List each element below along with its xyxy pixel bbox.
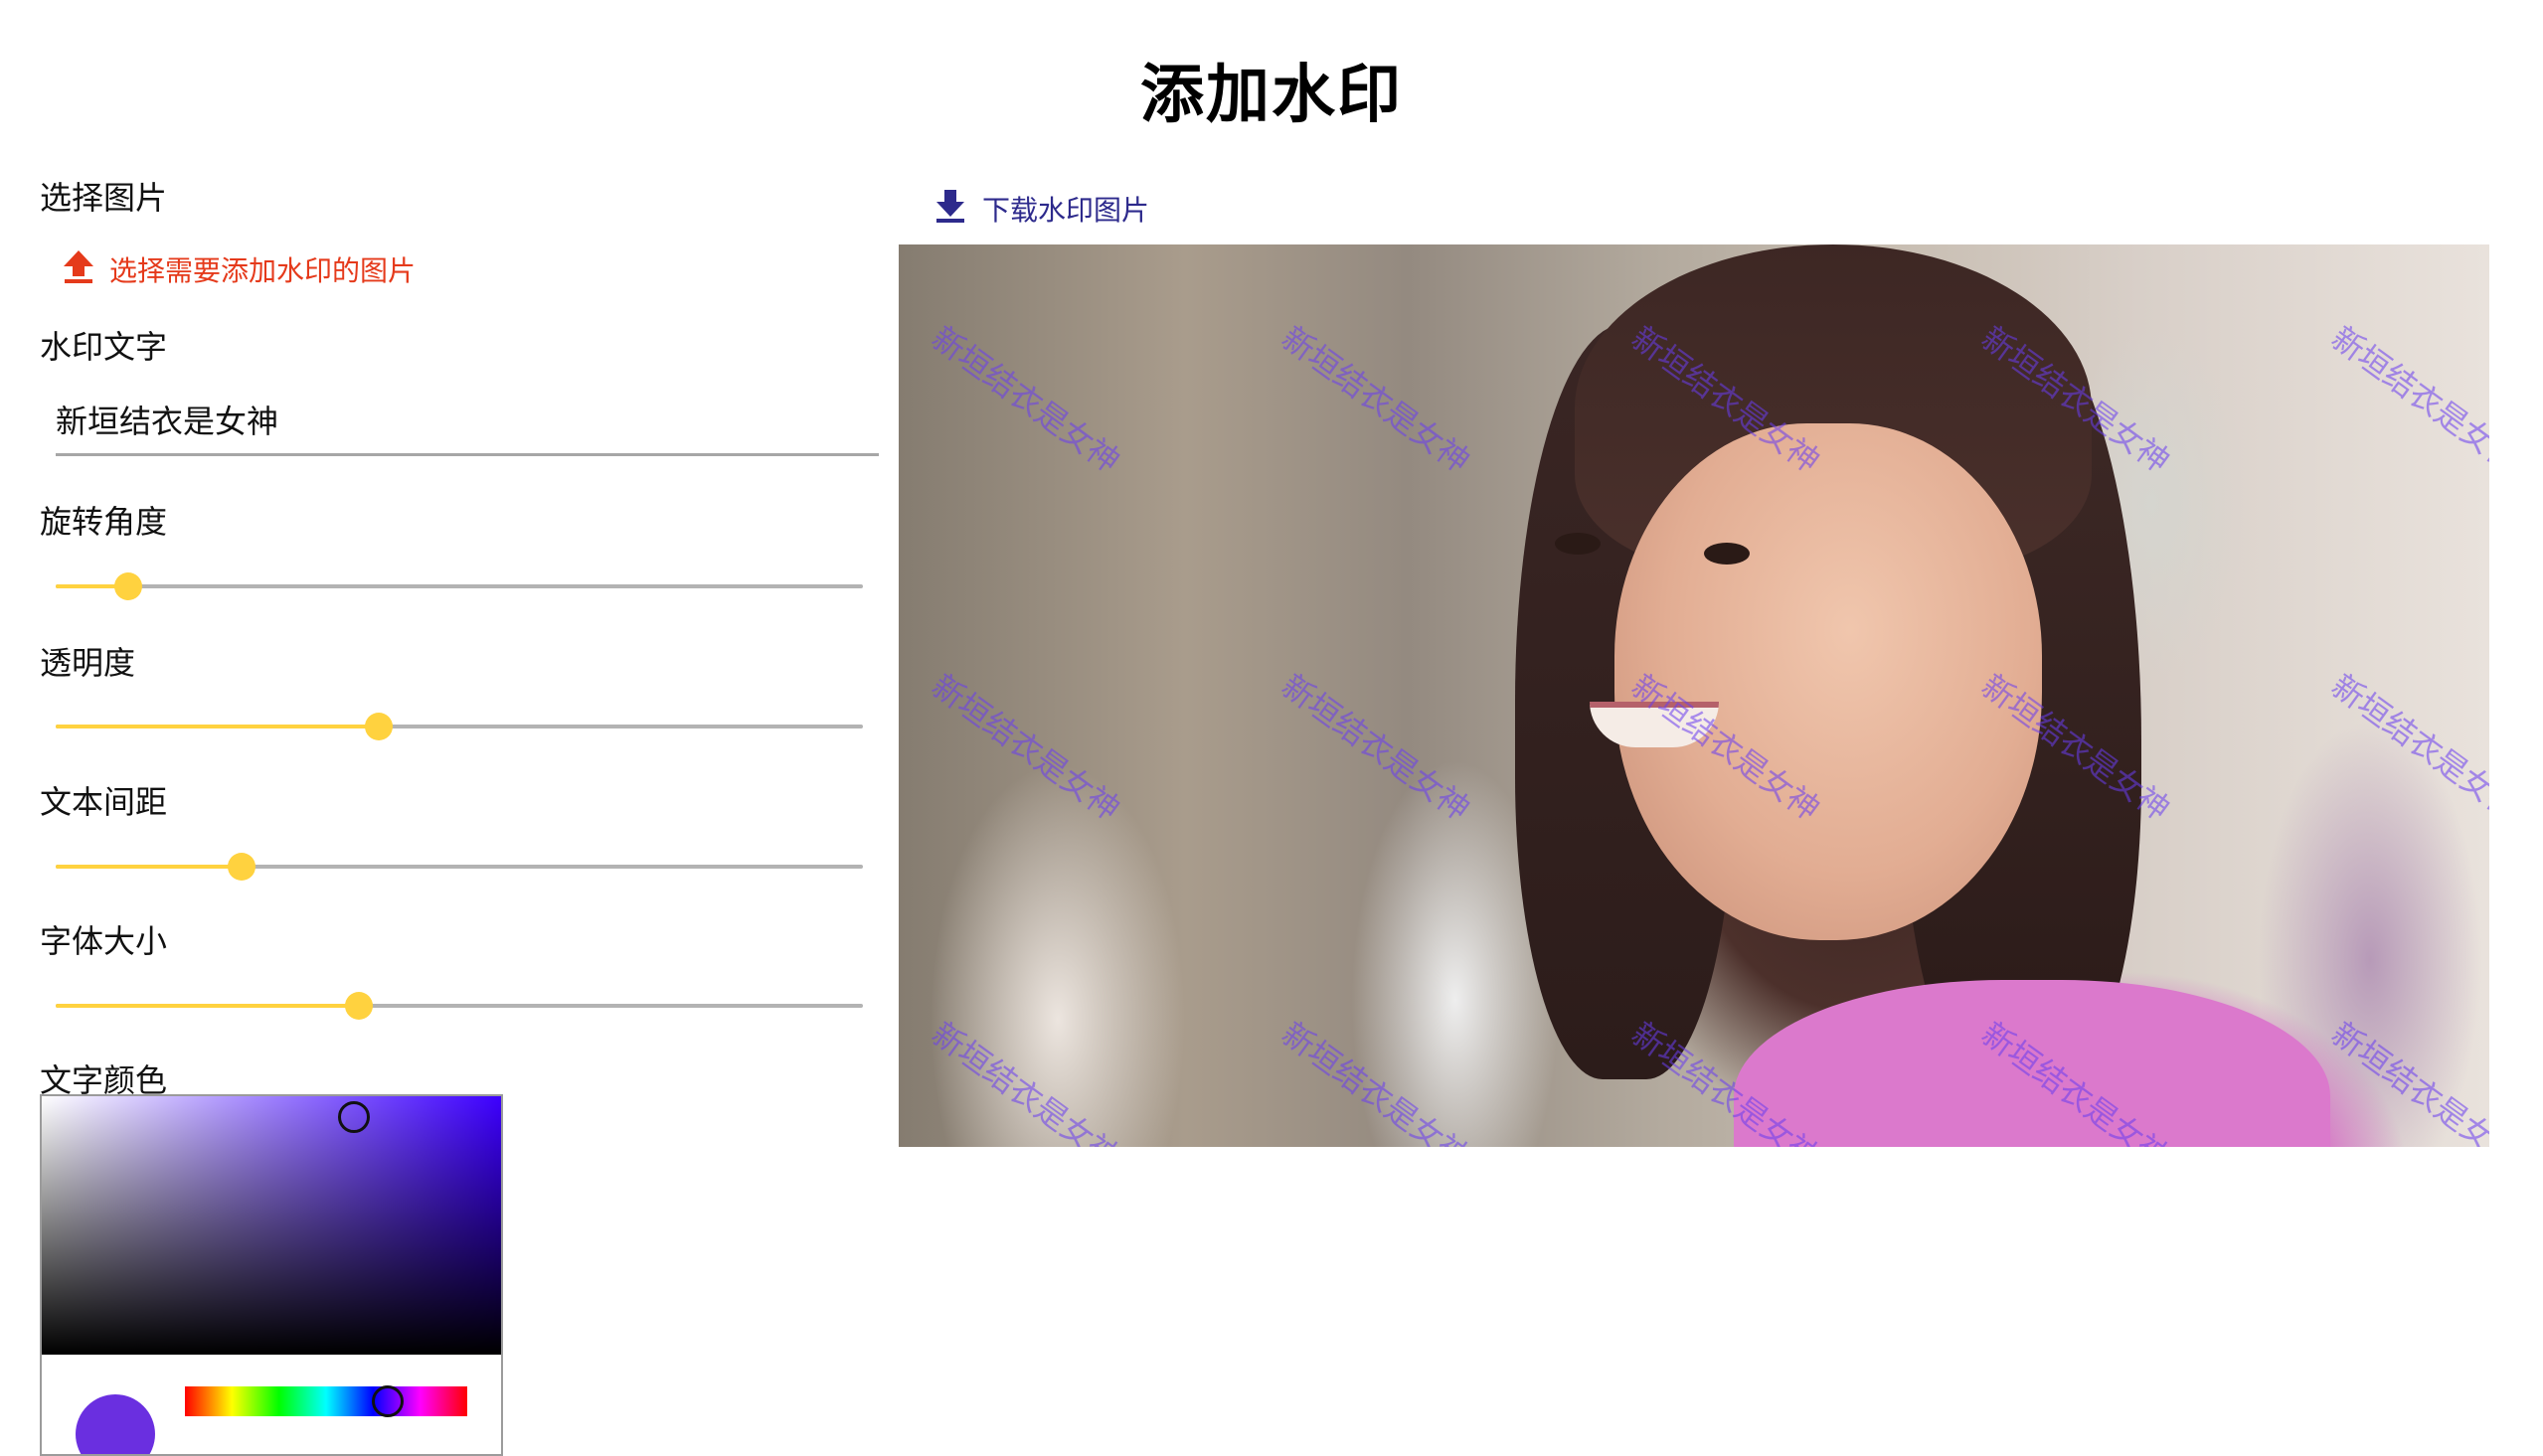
hue-handle[interactable] (372, 1385, 405, 1417)
page-title: 添加水印 (1140, 59, 1403, 132)
select-image-button[interactable]: 选择需要添加水印的图片 (62, 246, 416, 292)
select-image-label: 选择图片 (40, 179, 168, 217)
slider-track (56, 584, 863, 588)
watermark-text-input[interactable] (56, 390, 879, 449)
saturation-brightness-handle[interactable] (338, 1100, 371, 1133)
download-button-label: 下载水印图片 (982, 194, 1150, 227)
watermark-text: 新垣结衣是女神 (1274, 666, 1477, 829)
saturation-brightness-area[interactable] (42, 1096, 501, 1355)
rotation-slider[interactable] (56, 566, 863, 606)
color-preview-swatch (76, 1394, 155, 1454)
slider-thumb[interactable] (344, 992, 373, 1020)
picker-black-layer (42, 1096, 501, 1355)
watermark-text: 新垣结衣是女神 (925, 318, 1127, 481)
spacing-slider[interactable] (56, 847, 863, 887)
watermark-text: 新垣结衣是女神 (925, 1014, 1127, 1147)
color-picker (40, 1094, 503, 1456)
watermark-text-field-wrap (56, 390, 879, 456)
slider-fill (56, 1004, 359, 1008)
photo-detail (1555, 533, 1601, 555)
opacity-slider[interactable] (56, 707, 863, 746)
watermarked-image-preview: 新垣结衣是女神 新垣结衣是女神 新垣结衣是女神 新垣结衣是女神 新垣结衣是女神 新垣结衣是… (899, 244, 2489, 1147)
watermark-text: 新垣结衣是女神 (2324, 318, 2489, 481)
font-size-slider[interactable] (56, 986, 863, 1026)
rotation-label: 旋转角度 (40, 503, 168, 541)
watermark-text: 新垣结衣是女神 (1274, 1014, 1477, 1147)
slider-thumb[interactable] (114, 572, 143, 600)
watermark-text: 新垣结衣是女神 (2324, 1014, 2489, 1147)
opacity-label: 透明度 (40, 644, 136, 682)
hue-slider[interactable] (185, 1385, 467, 1417)
photo-detail (1704, 543, 1750, 565)
slider-thumb[interactable] (227, 853, 255, 881)
upload-icon (62, 248, 95, 291)
watermark-text-label: 水印文字 (40, 328, 168, 366)
select-image-button-label: 选择需要添加水印的图片 (109, 254, 417, 287)
download-watermark-button[interactable]: 下载水印图片 (934, 187, 1149, 231)
photo-detail (1734, 980, 2330, 1147)
font-size-label: 字体大小 (40, 922, 168, 960)
download-icon (934, 188, 966, 231)
slider-fill (56, 865, 242, 869)
watermark-text: 新垣结衣是女神 (2324, 666, 2489, 829)
slider-thumb[interactable] (364, 713, 393, 740)
spacing-label: 文本间距 (40, 783, 168, 821)
slider-fill (56, 725, 379, 728)
watermark-text: 新垣结衣是女神 (1274, 318, 1477, 481)
watermark-text: 新垣结衣是女神 (925, 666, 1127, 829)
photo-detail (1614, 423, 2042, 940)
